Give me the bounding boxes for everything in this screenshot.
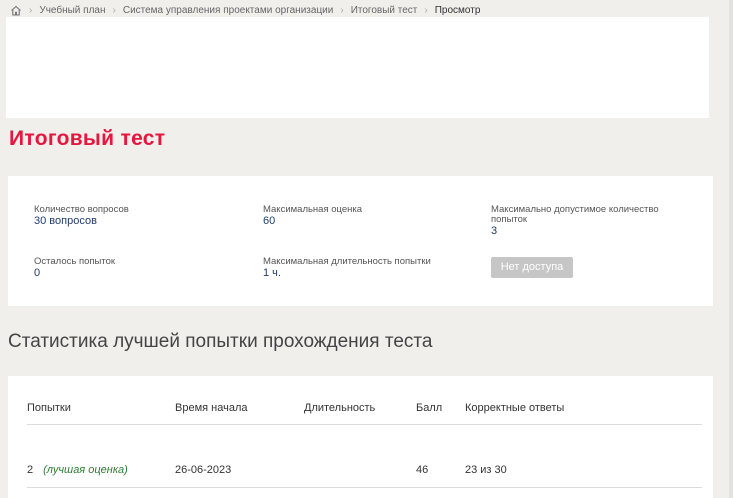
column-header-score: Балл [416, 402, 443, 414]
header-divider [27, 424, 702, 425]
questions-count-label: Количество вопросов [34, 204, 129, 215]
max-duration-label: Максимальная длительность попытки [263, 256, 431, 267]
page-title: Итоговый тест [9, 127, 166, 150]
home-icon[interactable] [10, 5, 22, 16]
correct-answers-cell: 23 из 30 [465, 464, 507, 476]
best-score-label: (лучшая оценка) [43, 464, 128, 476]
column-header-start-time: Время начала [175, 402, 248, 414]
breadcrumb-item-study-plan[interactable]: Учебный план [39, 5, 105, 16]
row-divider [27, 487, 702, 488]
questions-count: Количество вопросов 30 вопросов [34, 204, 129, 228]
remaining-attempts-value: 0 [34, 267, 41, 279]
stats-table: Попытки Время начала Длительность Балл К… [8, 376, 713, 498]
chevron-right-icon: › [29, 4, 33, 16]
content-placeholder-card [6, 17, 709, 118]
no-access-button[interactable]: Нет доступа [491, 257, 573, 278]
remaining-attempts: Осталось попыток 0 [34, 256, 116, 280]
chevron-right-icon: › [112, 4, 116, 16]
max-score-label: Максимальная оценка [263, 204, 363, 215]
scrollbar-track[interactable] [729, 0, 733, 498]
attempt-cell: 2 (лучшая оценка) [27, 464, 128, 476]
breadcrumb-item-current: Просмотр [434, 4, 481, 16]
stats-section-title: Статистика лучшей попытки прохождения те… [8, 331, 433, 352]
questions-count-value: 30 вопросов [34, 215, 97, 227]
column-header-correct-answers: Корректные ответы [465, 402, 565, 414]
start-time-cell: 26-06-2023 [175, 464, 232, 476]
max-score: Максимальная оценка 60 [263, 204, 363, 228]
score-cell: 46 [416, 464, 429, 476]
column-header-duration: Длительность [304, 402, 376, 414]
max-attempts-value: 3 [491, 225, 498, 237]
chevron-right-icon: › [340, 4, 344, 16]
column-header-attempts: Попытки [27, 402, 71, 414]
attempt-number: 2 [27, 464, 34, 476]
max-attempts: Максимально допустимое количество попыто… [491, 205, 659, 238]
remaining-attempts-label: Осталось попыток [34, 256, 116, 267]
chevron-right-icon: › [424, 4, 428, 16]
breadcrumb-item-course[interactable]: Система управления проектами организации [123, 5, 334, 16]
test-info-card: Количество вопросов 30 вопросов Максимал… [8, 176, 713, 306]
max-duration-value: 1 ч. [263, 267, 281, 279]
max-score-value: 60 [263, 215, 276, 227]
breadcrumb: › Учебный план › Система управления прое… [10, 4, 480, 16]
max-attempts-label-line2: попыток [491, 214, 528, 225]
breadcrumb-item-final-test[interactable]: Итоговый тест [351, 5, 418, 16]
max-duration: Максимальная длительность попытки 1 ч. [263, 256, 431, 280]
